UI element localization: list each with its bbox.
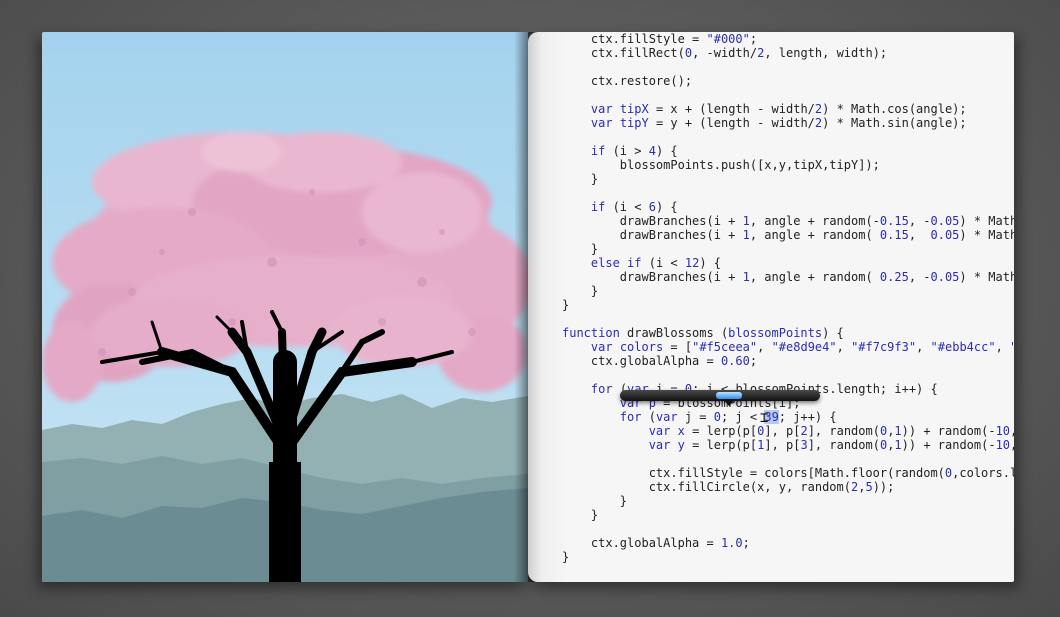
code-line[interactable] — [562, 522, 1014, 536]
code-line[interactable]: var colors = ["#f5ceea", "#e8d9e4", "#f7… — [562, 340, 1014, 354]
code-line[interactable]: ctx.fillStyle = colors[Math.floor(random… — [562, 466, 1014, 480]
code-line[interactable]: else if (i < 12) { — [562, 256, 1014, 270]
code-line[interactable] — [562, 368, 1014, 382]
code-line[interactable]: var tipX = x + (length - width/2) * Math… — [562, 102, 1014, 116]
code-line[interactable]: for (var j = 0; j < 39; j++) { — [562, 410, 1014, 424]
slider-thumb[interactable] — [716, 392, 742, 399]
code-line[interactable]: } — [562, 242, 1014, 256]
tree-trunk — [269, 462, 301, 582]
code-line[interactable]: drawBranches(i + 1, angle + random(-0.15… — [562, 214, 1014, 228]
slider-pointer-icon — [723, 399, 735, 406]
code-line[interactable]: ctx.restore(); — [562, 74, 1014, 88]
code-line[interactable]: } — [562, 494, 1014, 508]
code-line[interactable]: ctx.fillRect(0, -width/2, length, width)… — [562, 46, 1014, 60]
code-line[interactable] — [562, 452, 1014, 466]
cherry-blossom-canvas — [42, 32, 528, 582]
code-line[interactable]: ctx.fillCircle(x, y, random(2,5)); — [562, 480, 1014, 494]
code-line[interactable]: } — [562, 172, 1014, 186]
value-scrub-slider[interactable] — [620, 390, 820, 406]
code-line[interactable]: ctx.fillStyle = "#000"; — [562, 32, 1014, 46]
code-line[interactable]: blossomPoints.push([x,y,tipX,tipY]); — [562, 158, 1014, 172]
code-line[interactable]: drawBranches(i + 1, angle + random( 0.25… — [562, 270, 1014, 284]
code-line[interactable]: var tipY = y + (length - width/2) * Math… — [562, 116, 1014, 130]
code-line[interactable] — [562, 60, 1014, 74]
code-line[interactable]: if (i < 6) { — [562, 200, 1014, 214]
canvas-output-page — [42, 32, 528, 582]
code-line[interactable] — [562, 88, 1014, 102]
code-line[interactable] — [562, 186, 1014, 200]
text-cursor-icon: ⌶ — [760, 410, 769, 426]
code-line[interactable]: function drawBlossoms (blossomPoints) { — [562, 326, 1014, 340]
code-line[interactable]: } — [562, 508, 1014, 522]
open-book: ctx.fillStyle = "#000"; ctx.fillRect(0, … — [42, 32, 1014, 582]
code-line[interactable]: ctx.globalAlpha = 1.0; — [562, 536, 1014, 550]
code-line[interactable]: } — [562, 550, 1014, 564]
code-line[interactable]: var x = lerp(p[0], p[2], random(0,1)) + … — [562, 424, 1014, 438]
code-line[interactable]: if (i > 4) { — [562, 144, 1014, 158]
code-line[interactable]: ctx.globalAlpha = 0.60; — [562, 354, 1014, 368]
code-listing[interactable]: ctx.fillStyle = "#000"; ctx.fillRect(0, … — [562, 32, 1014, 564]
code-line[interactable]: } — [562, 284, 1014, 298]
code-editor-page[interactable]: ctx.fillStyle = "#000"; ctx.fillRect(0, … — [528, 32, 1014, 582]
code-line[interactable]: } — [562, 298, 1014, 312]
code-line[interactable] — [562, 312, 1014, 326]
code-line[interactable]: var y = lerp(p[1], p[3], random(0,1)) + … — [562, 438, 1014, 452]
code-line[interactable]: drawBranches(i + 1, angle + random( 0.15… — [562, 228, 1014, 242]
code-line[interactable] — [562, 130, 1014, 144]
